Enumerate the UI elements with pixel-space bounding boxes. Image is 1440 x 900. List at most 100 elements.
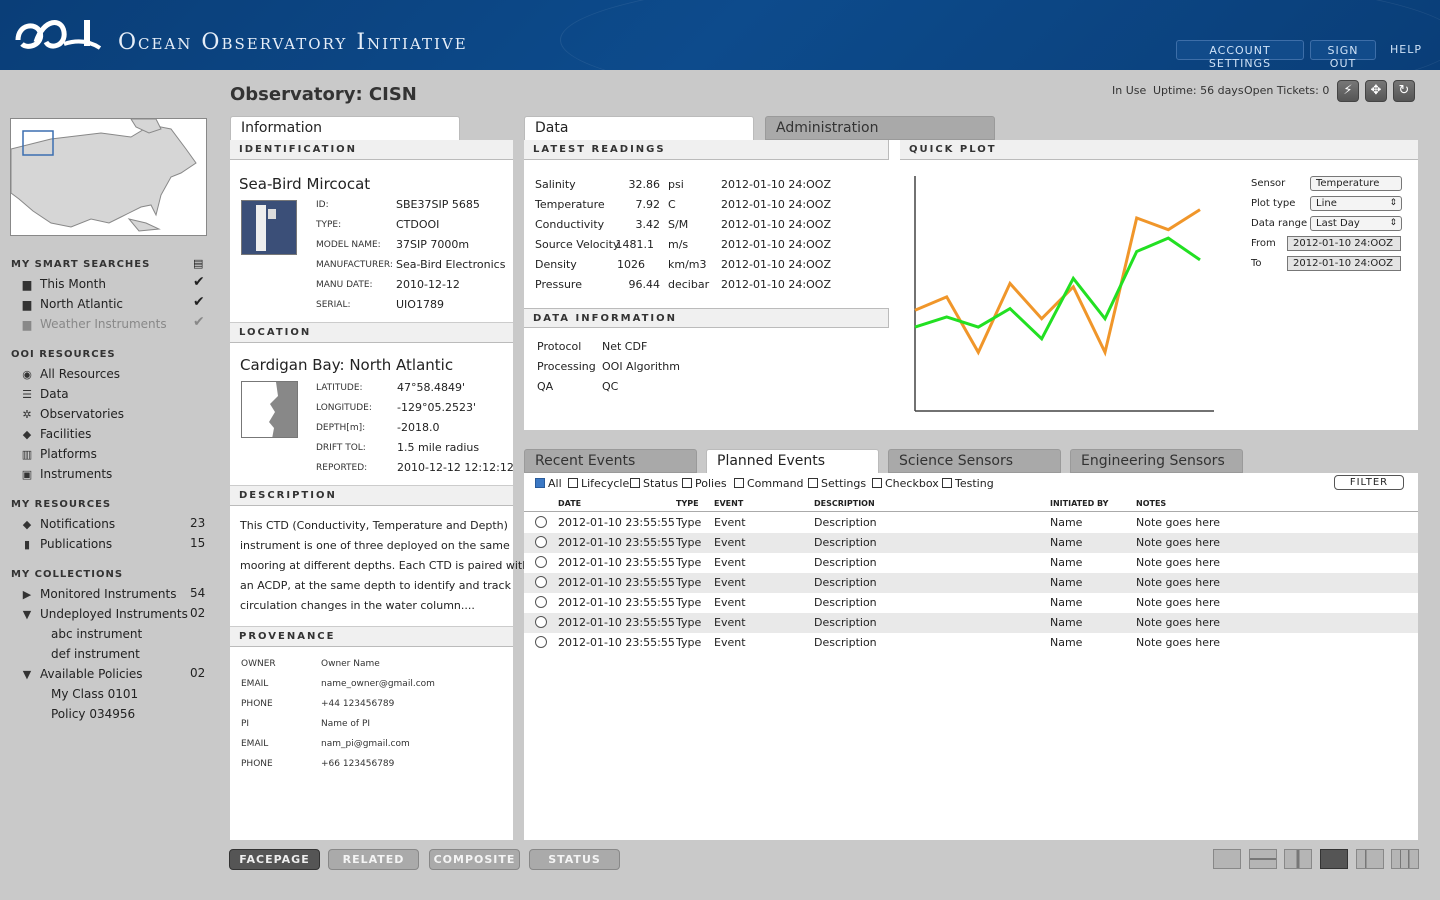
layout-sidebar-icon[interactable] [1356,849,1384,869]
reading-unit: C [668,198,676,211]
account-settings-button[interactable]: ACCOUNT SETTINGS [1176,40,1304,70]
layout-single-icon[interactable] [1213,849,1241,869]
sign-out-button[interactable]: SIGN OUT [1310,40,1376,70]
resource-platforms[interactable]: ▥ Platforms [20,446,97,462]
smart-search-this-month[interactable]: ▆ This Month [20,276,106,292]
tab-recent-events[interactable]: Recent Events [524,449,697,473]
checkbox-icon[interactable] [682,478,692,488]
tab-planned-events[interactable]: Planned Events [706,449,879,473]
column-header-type[interactable]: TYPE [676,499,699,508]
tab-science-sensors[interactable]: Science Sensors [888,449,1061,473]
app-title: Ocean Observatory Initiative [118,30,468,55]
lightning-icon[interactable]: ⚡ [1337,80,1359,102]
filter-status[interactable]: Status [630,477,678,490]
layout-split-h-icon[interactable] [1249,849,1277,869]
undeployed-count: 02 [190,606,206,620]
radio-icon[interactable] [535,596,547,608]
filter-checkbox[interactable]: Checkbox [872,477,939,490]
table-cell: Type [676,536,702,549]
smart-search-north-atlantic[interactable]: ▆ North Atlantic [20,296,123,312]
collection-item-abc-instrument[interactable]: abc instrument [51,627,142,641]
radio-icon[interactable] [535,556,547,568]
checkmark-icon[interactable]: ✔ [193,294,205,310]
resource-instruments[interactable]: ▣ Instruments [20,466,112,482]
overview-map[interactable] [10,118,207,236]
checkbox-icon[interactable] [568,478,578,488]
reading-name: Temperature [535,198,605,211]
my-resource-notifications[interactable]: ◆ Notifications [20,516,115,532]
column-header-initiated-by[interactable]: INITIATED BY [1050,499,1108,508]
help-link[interactable]: HELP [1390,43,1422,56]
filter-all[interactable]: All [535,477,562,490]
filter-lifecycle[interactable]: Lifecycle [568,477,629,490]
field-label: TYPE: [316,220,342,230]
radio-icon[interactable] [535,576,547,588]
layout-columns-icon[interactable] [1391,849,1419,869]
tab-data[interactable]: Data [524,116,754,140]
add-search-icon[interactable]: ▤ [193,257,203,270]
radio-icon[interactable] [535,536,547,548]
checkbox-icon[interactable] [734,478,744,488]
related-button[interactable]: RELATED [328,849,419,870]
collection-item-my-class[interactable]: My Class 0101 [51,687,138,701]
data-range-select[interactable]: Last Day [1310,216,1402,231]
tab-engineering-sensors[interactable]: Engineering Sensors [1070,449,1243,473]
layout-split-v-icon[interactable] [1284,849,1312,869]
filter-settings[interactable]: Settings [808,477,866,490]
resource-observatories[interactable]: ✲ Observatories [20,406,124,422]
checkbox-icon[interactable] [872,478,882,488]
collection-available-policies[interactable]: ▼ Available Policies [20,666,143,682]
radio-icon[interactable] [535,616,547,628]
composite-button[interactable]: COMPOSITE [429,849,520,870]
facepage-button[interactable]: FACEPAGE [229,849,320,870]
crosshair-icon[interactable]: ✥ [1365,80,1387,102]
filter-testing[interactable]: Testing [942,477,994,490]
checkmark-icon[interactable]: ✔ [193,274,205,290]
collection-undeployed-instruments[interactable]: ▼ Undeployed Instruments [20,606,188,622]
to-date-input[interactable]: 2012-01-10 24:OOZ [1287,256,1401,271]
location-name: Cardigan Bay: North Atlantic [240,356,454,374]
table-cell: 2012-01-10 23:55:55 [558,556,675,569]
collection-monitored-instruments[interactable]: ▶ Monitored Instruments [20,586,177,602]
filter-command[interactable]: Command [734,477,804,490]
collection-item-policy[interactable]: Policy 034956 [51,707,135,721]
checkbox-icon[interactable] [942,478,952,488]
field-label: PI [241,719,250,729]
column-header-notes[interactable]: NOTES [1136,499,1166,508]
filter-button[interactable]: FILTER [1334,475,1404,490]
resource-data[interactable]: ☰ Data [20,386,69,402]
radio-icon[interactable] [535,636,547,648]
status-button[interactable]: STATUS [529,849,620,870]
refresh-icon[interactable]: ↻ [1393,80,1415,102]
folder-icon: ▆ [22,298,32,311]
my-resource-publications[interactable]: ▮ Publications [20,536,112,552]
table-cell: Note goes here [1136,576,1221,589]
resource-facilities[interactable]: ◆ Facilities [20,426,92,442]
radio-icon[interactable] [535,516,547,528]
reading-time: 2012-01-10 24:OOZ [721,278,831,291]
checkbox-icon[interactable] [630,478,640,488]
instrument-icon: ▣ [21,468,33,481]
smart-search-weather-instruments[interactable]: ▆ Weather Instruments [20,316,167,332]
column-header-date[interactable]: DATE [558,499,581,508]
tab-information[interactable]: Information [230,116,460,140]
table-cell: Event [714,616,746,629]
checkmark-icon[interactable]: ✔ [193,314,205,330]
column-header-description[interactable]: DESCRIPTION [814,499,875,508]
checkbox-icon[interactable] [808,478,818,488]
table-cell: Type [676,576,702,589]
resource-all-resources[interactable]: ◉ All Resources [20,366,120,382]
column-header-event[interactable]: EVENT [714,499,743,508]
checkbox-checked-icon[interactable] [535,478,545,488]
plot-type-select[interactable]: Line [1310,196,1402,211]
layout-grid-icon[interactable] [1320,849,1348,869]
uptime-status: Uptime: 56 days [1153,84,1244,97]
reading-time: 2012-01-10 24:OOZ [721,218,831,231]
ooi-logo[interactable] [14,14,106,56]
sensor-select[interactable]: Temperature [1310,176,1402,191]
filter-polies[interactable]: Polies [682,477,727,490]
tab-administration[interactable]: Administration [765,116,995,140]
quick-plot-chart[interactable] [912,176,1216,414]
collection-item-def-instrument[interactable]: def instrument [51,647,140,661]
from-date-input[interactable]: 2012-01-10 24:OOZ [1287,236,1401,251]
